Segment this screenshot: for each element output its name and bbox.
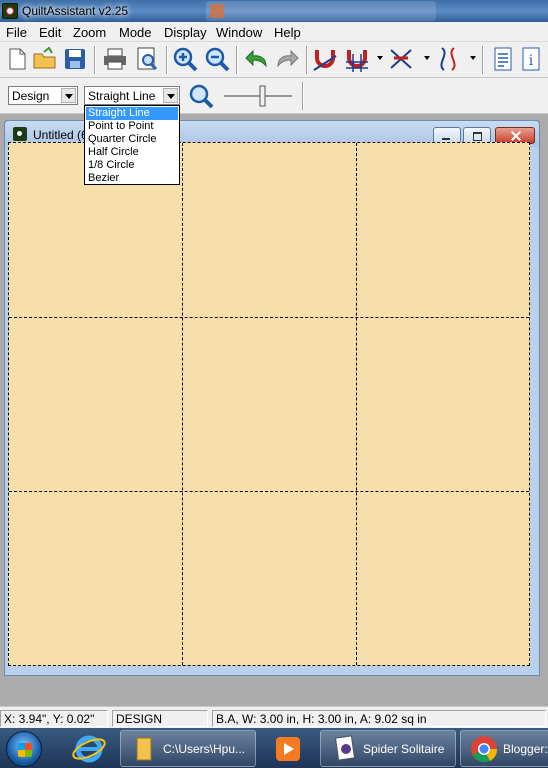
magnifier-icon (189, 84, 214, 109)
app-icon[interactable] (2, 3, 18, 19)
taskbar-chrome[interactable]: Blogger: (460, 730, 548, 767)
document-title: Untitled (6 (33, 128, 88, 142)
internet-explorer-icon (72, 735, 106, 763)
info-book-icon: i (522, 47, 540, 71)
undo-arrow-icon (245, 49, 267, 68)
curve-tool-button[interactable] (436, 46, 462, 72)
main-toolbar: i (0, 42, 548, 78)
shape-option[interactable]: Straight Line (86, 107, 178, 120)
zoom-tool-button[interactable] (188, 83, 214, 109)
menu-zoom[interactable]: Zoom (73, 25, 106, 40)
mode-select[interactable]: Design (8, 86, 78, 105)
new-file-button[interactable] (4, 46, 30, 72)
zoom-slider[interactable] (222, 84, 294, 108)
snap-grid-button[interactable] (344, 46, 370, 72)
app-title: QuiltAssistant v2.25 (22, 4, 129, 18)
help-button[interactable]: i (518, 46, 544, 72)
zoom-in-icon (173, 47, 198, 72)
new-file-icon (9, 48, 26, 70)
shape-option[interactable]: Half Circle (86, 146, 178, 159)
menu-window[interactable]: Window (216, 25, 262, 40)
menu-display[interactable]: Display (164, 25, 207, 40)
shape-select-value: Straight Line (88, 89, 156, 103)
open-file-button[interactable] (32, 46, 58, 72)
spider-card-icon (334, 735, 356, 761)
grid-line-horizontal (9, 317, 529, 318)
background-browser-tab (206, 1, 436, 21)
chevron-down-icon[interactable] (61, 88, 76, 103)
taskbar-chrome-label: Blogger: (503, 742, 548, 756)
shape-option[interactable]: 1/8 Circle (86, 159, 178, 172)
grid-line-vertical (355, 143, 357, 665)
status-bar: X: 3.94", Y: 0.02" DESIGN B.A, W: 3.00 i… (0, 706, 548, 728)
title-bar[interactable]: QuiltAssistant v2.25 (0, 0, 548, 22)
print-preview-icon (137, 47, 158, 71)
svg-text:i: i (529, 53, 534, 69)
zoom-in-button[interactable] (172, 46, 198, 72)
status-mode: DESIGN (112, 710, 208, 727)
chevron-down-icon[interactable] (377, 56, 383, 60)
menu-help[interactable]: Help (274, 25, 301, 40)
chevron-down-icon[interactable] (470, 56, 476, 60)
toolbar-separator (482, 46, 483, 74)
print-preview-button[interactable] (134, 46, 160, 72)
menu-edit[interactable]: Edit (39, 25, 61, 40)
curve-lines-icon (440, 47, 456, 71)
grid-line-vertical (182, 143, 184, 665)
redo-arrow-icon (277, 49, 299, 68)
mode-select-value: Design (12, 89, 50, 103)
zoom-slider-thumb[interactable] (259, 85, 266, 107)
status-info: B.A, W: 3.00 in, H: 3.00 in, A: 9.02 sq … (212, 710, 546, 727)
chrome-icon (471, 736, 498, 763)
taskbar-explorer-label: C:\Users\Hpu... (163, 742, 246, 756)
folder-icon (136, 737, 152, 761)
menu-file[interactable]: File (6, 25, 27, 40)
chevron-down-icon[interactable] (424, 56, 430, 60)
shape-option[interactable]: Point to Point (86, 120, 178, 133)
menu-mode[interactable]: Mode (119, 25, 152, 40)
taskbar-spider-solitaire[interactable]: Spider Solitaire (320, 730, 456, 767)
intersect-lines-icon (390, 49, 412, 69)
taskbar-solitaire-label: Spider Solitaire (363, 742, 445, 756)
start-button[interactable] (6, 731, 42, 767)
toolbar-separator (306, 46, 307, 74)
magnet-grid-icon (346, 50, 368, 72)
document-list-icon (494, 47, 512, 71)
document-icon[interactable] (13, 127, 27, 141)
menu-bar: File Edit Zoom Mode Display Window Help (0, 22, 548, 42)
shape-option[interactable]: Quarter Circle (86, 133, 178, 146)
save-disk-icon (65, 49, 85, 69)
toolbar-separator (236, 46, 237, 74)
quilt-canvas[interactable] (8, 142, 530, 666)
redo-button[interactable] (274, 46, 300, 72)
properties-button[interactable] (490, 46, 516, 72)
magnet-line-icon (313, 50, 337, 71)
shape-select[interactable]: Straight Line (84, 86, 180, 105)
chevron-down-icon[interactable] (163, 88, 178, 103)
line-tool-button[interactable] (388, 46, 414, 72)
toolbar-separator (302, 82, 303, 110)
taskbar: C:\Users\Hpu... Spider Solitaire Blogger… (0, 728, 548, 768)
grid-line-horizontal (9, 491, 529, 492)
toolbar-separator (94, 46, 95, 74)
zoom-out-button[interactable] (204, 46, 230, 72)
toolbar-separator (166, 46, 167, 74)
printer-icon (104, 48, 126, 70)
status-coordinates: X: 3.94", Y: 0.02" (0, 710, 108, 727)
undo-button[interactable] (244, 46, 270, 72)
shape-dropdown-list: Straight Line Point to Point Quarter Cir… (84, 105, 180, 185)
taskbar-ie[interactable] (60, 730, 114, 767)
save-button[interactable] (62, 46, 88, 72)
snap-magnet-button[interactable] (312, 46, 338, 72)
shape-option[interactable]: Bezier (86, 172, 178, 185)
open-folder-icon (33, 46, 56, 69)
blogger-icon (210, 4, 224, 18)
print-button[interactable] (102, 46, 128, 72)
taskbar-media-player[interactable] (262, 730, 314, 767)
media-player-icon (276, 737, 300, 761)
zoom-out-icon (205, 47, 230, 72)
taskbar-explorer[interactable]: C:\Users\Hpu... (120, 730, 256, 767)
